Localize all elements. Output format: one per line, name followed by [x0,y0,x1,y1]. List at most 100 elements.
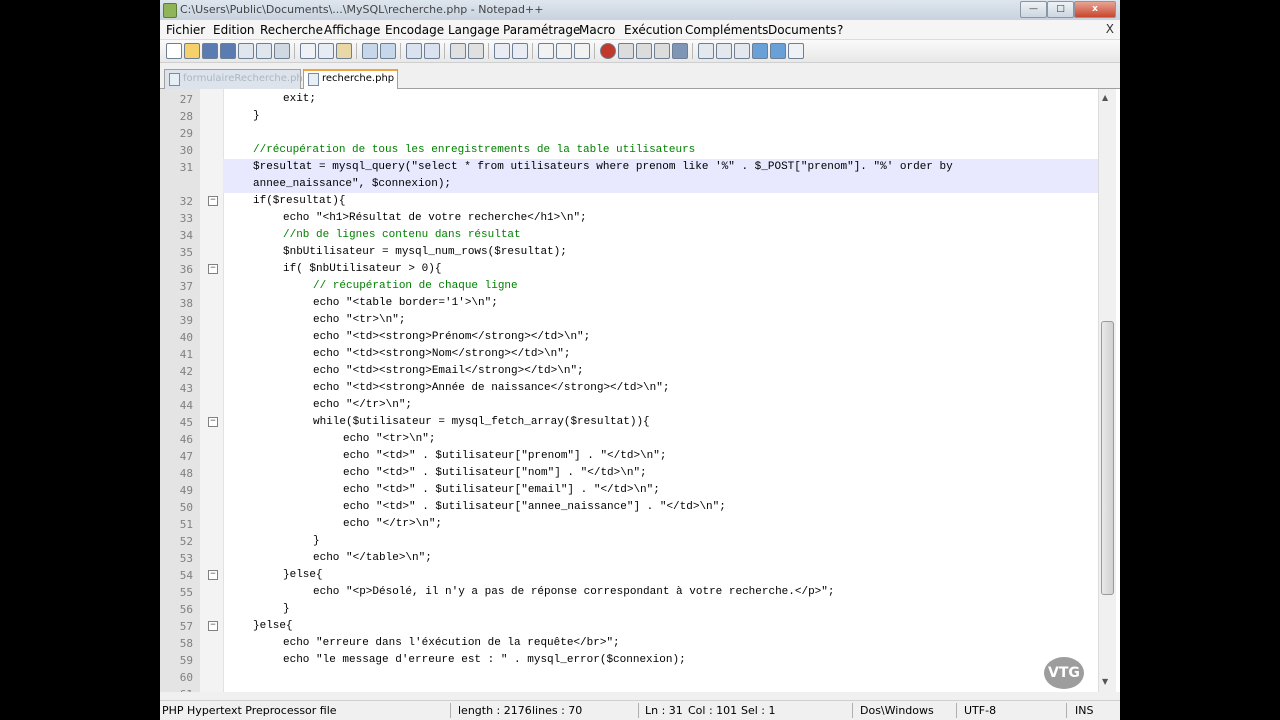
title-bar[interactable]: C:\Users\Public\Documents\...\MySQL\rech… [160,0,1120,21]
code-text[interactable]: echo "<td>" . $utilisateur["annee_naissa… [343,501,726,513]
down-icon[interactable] [770,43,786,59]
menu-parametrage[interactable]: Paramétrage [503,23,580,37]
code-line[interactable]: 57 −}else{ [160,618,1100,635]
redo-icon[interactable] [380,43,396,59]
code-line[interactable]: 39 echo "<tr>\n"; [160,312,1100,329]
menu-edition[interactable]: Edition [213,23,255,37]
wrap-icon[interactable] [538,43,554,59]
menu-langage[interactable]: Langage [448,23,500,37]
menu-help[interactable]: ? [837,23,843,37]
print-icon[interactable] [274,43,290,59]
play-macro-icon[interactable] [636,43,652,59]
code-text[interactable]: echo "<tr>\n"; [313,314,405,326]
replace-icon[interactable] [424,43,440,59]
code-line[interactable]: 58 echo "erreure dans l'éxécution de la r… [160,635,1100,652]
vertical-scrollbar[interactable]: ▲ ▼ [1098,89,1116,692]
fold-toggle-icon[interactable]: − [208,570,218,580]
code-text[interactable]: echo "<td><strong>Email</strong></td>\n"… [313,365,584,377]
maximize-button[interactable]: □ [1047,1,1074,18]
code-line[interactable]: 49 echo "<td>" . $utilisateur["email"] . … [160,482,1100,499]
code-line[interactable]: 27 exit; [160,91,1100,108]
code-text[interactable]: echo "erreure dans l'éxécution de la req… [283,637,620,649]
sync-h-icon[interactable] [512,43,528,59]
code-text-wrapped[interactable]: annee_naissance", $connexion); [253,178,451,190]
code-line[interactable]: 30 //récupération de tous les enregistrem… [160,142,1100,159]
code-text[interactable]: echo "<table border='1'>\n"; [313,297,498,309]
code-text[interactable]: echo "<td><strong>Nom</strong></td>\n"; [313,348,570,360]
code-text[interactable]: } [253,110,260,122]
menu-complements[interactable]: Compléments [685,23,768,37]
sync-v-icon[interactable] [494,43,510,59]
code-line[interactable]: 33 echo "<h1>Résultat de votre recherche<… [160,210,1100,227]
code-text[interactable]: //récupération de tous les enregistremen… [253,144,695,156]
code-line[interactable]: 44 echo "</tr>\n"; [160,397,1100,414]
close-document-button[interactable]: X [1106,22,1114,36]
code-line[interactable]: 36 − if( $nbUtilisateur > 0){ [160,261,1100,278]
scroll-down-arrow-icon[interactable]: ▼ [1102,677,1108,686]
code-text[interactable]: }else{ [283,569,323,581]
scrollbar-thumb[interactable] [1101,321,1114,595]
code-line[interactable]: 55 echo "<p>Désolé, il n'y a pas de répon… [160,584,1100,601]
code-line[interactable]: 35 $nbUtilisateur = mysql_num_rows($resul… [160,244,1100,261]
code-text[interactable]: echo "<td><strong>Année de naissance</st… [313,382,669,394]
copy-icon[interactable] [318,43,334,59]
menu-documents[interactable]: Documents [768,23,836,37]
code-line[interactable]: 40 echo "<td><strong>Prénom</strong></td>… [160,329,1100,346]
code-line[interactable]: 61 [160,686,1100,692]
code-line[interactable]: 48 echo "<td>" . $utilisateur["nom"] . "<… [160,465,1100,482]
code-text[interactable]: echo "<td>" . $utilisateur["prenom"] . "… [343,450,666,462]
code-line[interactable]: 31 $resultat = mysql_query("select * from… [160,159,1100,190]
fold-all-icon[interactable] [698,43,714,59]
new-file-icon[interactable] [166,43,182,59]
record-macro-icon[interactable] [600,43,616,59]
code-line[interactable]: 54 −}else{ [160,567,1100,584]
code-text[interactable]: echo "<td>" . $utilisateur["nom"] . "</t… [343,467,647,479]
close-button[interactable]: x [1074,1,1116,18]
code-line[interactable]: 52} [160,533,1100,550]
code-line[interactable]: 51 echo "</tr>\n"; [160,516,1100,533]
code-line[interactable]: 28} [160,108,1100,125]
summary-icon[interactable] [734,43,750,59]
code-line[interactable]: 47 echo "<td>" . $utilisateur["prenom"] .… [160,448,1100,465]
code-line[interactable]: 50 echo "<td>" . $utilisateur["annee_nais… [160,499,1100,516]
code-text[interactable]: if( $nbUtilisateur > 0){ [283,263,441,275]
open-file-icon[interactable] [184,43,200,59]
code-text[interactable]: echo "<p>Désolé, il n'y a pas de réponse… [313,586,835,598]
code-line[interactable]: 59 echo "le message d'erreure est : " . m… [160,652,1100,669]
code-line[interactable]: 38 echo "<table border='1'>\n"; [160,295,1100,312]
code-text[interactable]: if($resultat){ [253,195,345,207]
fold-toggle-icon[interactable]: − [208,196,218,206]
fold-toggle-icon[interactable]: − [208,417,218,427]
close-all-icon[interactable] [256,43,272,59]
code-line[interactable]: 42 echo "<td><strong>Email</strong></td>\… [160,363,1100,380]
code-line[interactable]: 45 − while($utilisateur = mysql_fetch_arra… [160,414,1100,431]
menu-fichier[interactable]: Fichier [166,23,205,37]
code-text[interactable]: }else{ [253,620,293,632]
code-line[interactable]: 46 echo "<tr>\n"; [160,431,1100,448]
find-icon[interactable] [406,43,422,59]
fold-toggle-icon[interactable]: − [208,621,218,631]
unfold-all-icon[interactable] [716,43,732,59]
code-text[interactable]: while($utilisateur = mysql_fetch_array($… [313,416,650,428]
code-line[interactable]: 29 [160,125,1100,142]
zoom-out-icon[interactable] [468,43,484,59]
zoom-in-icon[interactable] [450,43,466,59]
code-text[interactable]: echo "<td><strong>Prénom</strong></td>\n… [313,331,590,343]
fold-toggle-icon[interactable]: − [208,264,218,274]
cut-icon[interactable] [300,43,316,59]
code-text[interactable]: } [313,535,320,547]
save-all-icon[interactable] [220,43,236,59]
code-text[interactable]: } [283,603,290,615]
code-line[interactable]: 56} [160,601,1100,618]
code-text[interactable]: $nbUtilisateur = mysql_num_rows($resulta… [283,246,567,258]
spellcheck-icon[interactable] [788,43,804,59]
code-text[interactable]: //nb de lignes contenu dans résultat [283,229,521,241]
tab-formulaire-recherche[interactable]: formulaireRecherche.php [164,69,309,89]
code-text[interactable]: echo "le message d'erreure est : " . mys… [283,654,686,666]
menu-affichage[interactable]: Affichage [324,23,380,37]
code-text[interactable]: echo "<tr>\n"; [343,433,435,445]
code-line[interactable]: 60 [160,669,1100,686]
code-text[interactable]: echo "</tr>\n"; [313,399,412,411]
stop-macro-icon[interactable] [618,43,634,59]
indent-guide-icon[interactable] [574,43,590,59]
